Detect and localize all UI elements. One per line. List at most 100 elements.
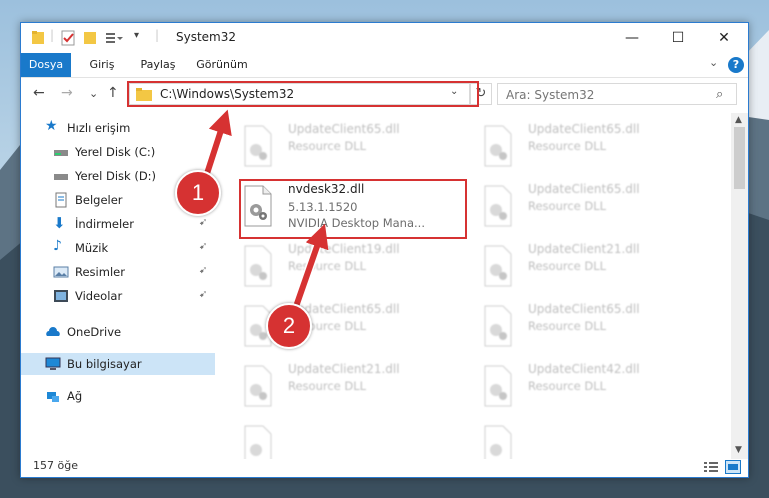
sidebar-item-label: İndirmeler — [75, 217, 134, 231]
dll-file-icon — [484, 125, 512, 167]
sidebar-item-label: Müzik — [75, 241, 109, 255]
file-name: UpdateClient65.dll — [528, 122, 640, 136]
step-1-badge: 1 — [175, 170, 221, 216]
dll-file-icon — [244, 365, 272, 407]
file-type: Resource DLL — [288, 379, 367, 393]
tab-view[interactable]: Görünüm — [193, 53, 251, 77]
vertical-scrollbar[interactable]: ▲ ▼ — [731, 113, 748, 459]
search-input[interactable] — [504, 87, 708, 103]
file-name: UpdateClient42.dll — [528, 362, 640, 376]
minimize-button[interactable]: — — [609, 23, 655, 53]
file-item[interactable]: UpdateClient21.dll Resource DLL — [221, 359, 451, 415]
expand-ribbon-icon[interactable]: ⌄ — [709, 56, 718, 69]
file-type: Resource DLL — [288, 259, 367, 273]
dll-file-icon — [484, 305, 512, 347]
file-type: Resource DLL — [528, 379, 607, 393]
window-title: System32 — [176, 30, 237, 44]
file-name: UpdateClient65.dll — [288, 122, 400, 136]
title-bar: | ▾ | System32 — ☐ ✕ — [21, 23, 748, 53]
sidebar-item-label: Hızlı erişim — [67, 121, 131, 135]
dll-file-icon — [484, 365, 512, 407]
details-view-icon[interactable] — [703, 460, 719, 474]
quick-access-dropdown-icon[interactable]: ▾ — [134, 30, 139, 48]
sidebar-item-music[interactable]: ♪ Müzik ➹ — [21, 237, 215, 259]
cloud-icon — [46, 327, 60, 336]
sidebar-item-onedrive[interactable]: OneDrive — [21, 321, 215, 343]
pin-icon[interactable]: ➹ — [199, 241, 207, 252]
back-button[interactable]: ← — [33, 85, 45, 101]
dll-file-icon — [244, 125, 272, 167]
pictures-icon — [53, 266, 69, 278]
sidebar-item-quick-access[interactable]: ★ Hızlı erişim — [21, 117, 215, 139]
help-icon[interactable]: ? — [728, 57, 744, 73]
sidebar-item-label: Yerel Disk (C:) — [75, 145, 156, 159]
ribbon-tabs: Dosya Giriş Paylaş Görünüm ⌄ ? — [21, 53, 748, 78]
sidebar-item-this-pc[interactable]: Bu bilgisayar — [21, 353, 215, 375]
step-2-badge: 2 — [266, 303, 312, 349]
properties-icon[interactable] — [61, 29, 75, 47]
file-item[interactable] — [221, 419, 451, 459]
file-name: UpdateClient21.dll — [288, 362, 400, 376]
dll-file-icon — [484, 185, 512, 227]
folder-icon — [32, 31, 44, 44]
tab-share[interactable]: Paylaş — [133, 53, 183, 77]
search-icon[interactable]: ⌕ — [716, 87, 723, 102]
dll-file-icon — [244, 425, 272, 459]
file-item[interactable]: UpdateClient65.dll Resource DLL — [461, 179, 691, 235]
pin-icon[interactable]: ➹ — [199, 217, 207, 228]
computer-icon — [45, 357, 61, 370]
close-button[interactable]: ✕ — [701, 23, 747, 53]
network-icon — [47, 392, 59, 402]
file-type: Resource DLL — [288, 139, 367, 153]
sidebar-item-label: Belgeler — [75, 193, 123, 207]
tab-home[interactable]: Giriş — [81, 53, 123, 77]
customize-toolbar-icon[interactable] — [105, 29, 123, 47]
pin-icon[interactable]: ➹ — [199, 265, 207, 276]
file-type: Resource DLL — [528, 259, 607, 273]
file-type: Resource DLL — [528, 139, 607, 153]
tiles-view-icon[interactable] — [725, 460, 741, 474]
file-item[interactable]: UpdateClient21.dll Resource DLL — [461, 239, 691, 295]
sidebar-item-label: OneDrive — [67, 325, 122, 339]
drive-icon — [54, 174, 68, 180]
dll-file-icon — [484, 245, 512, 287]
file-item[interactable]: UpdateClient65.dll Resource DLL — [461, 299, 691, 355]
pin-icon[interactable]: ➹ — [199, 289, 207, 300]
downloads-icon: ⬇ — [53, 214, 66, 232]
forward-button[interactable]: → — [61, 85, 73, 101]
file-item[interactable]: UpdateClient65.dll Resource DLL — [461, 119, 691, 175]
address-highlight-box — [127, 81, 479, 107]
file-item[interactable]: UpdateClient42.dll Resource DLL — [461, 359, 691, 415]
drive-icon — [54, 150, 68, 156]
up-button[interactable]: ↑ — [107, 85, 119, 101]
file-type: Resource DLL — [528, 199, 607, 213]
file-name: UpdateClient65.dll — [528, 302, 640, 316]
recent-locations-button[interactable]: ⌄ — [89, 87, 98, 100]
sidebar-item-pictures[interactable]: Resimler ➹ — [21, 261, 215, 283]
sidebar-item-videos[interactable]: Videolar ➹ — [21, 285, 215, 307]
sidebar-item-local-disk-c[interactable]: Yerel Disk (C:) — [21, 141, 215, 163]
scroll-up-icon[interactable]: ▲ — [735, 115, 742, 125]
scroll-down-icon[interactable]: ▼ — [735, 445, 742, 455]
new-folder-icon[interactable] — [83, 29, 97, 47]
file-list: UpdateClient65.dll Resource DLL UpdateCl… — [221, 113, 731, 459]
search-box[interactable]: ⌕ — [497, 83, 737, 105]
scrollbar-thumb[interactable] — [734, 127, 745, 189]
title-separator-2: | — [155, 28, 160, 42]
videos-icon — [54, 290, 68, 302]
sidebar-item-label: Yerel Disk (D:) — [75, 169, 157, 183]
sidebar-item-label: Resimler — [75, 265, 125, 279]
file-item[interactable] — [461, 419, 691, 459]
title-separator: | — [50, 28, 55, 42]
tab-file[interactable]: Dosya — [21, 53, 71, 77]
file-name: UpdateClient21.dll — [528, 242, 640, 256]
sidebar-item-label: Ağ — [67, 389, 83, 403]
sidebar-item-downloads[interactable]: ⬇ İndirmeler ➹ — [21, 213, 215, 235]
sidebar-item-network[interactable]: Ağ — [21, 385, 215, 407]
file-item[interactable]: UpdateClient65.dll Resource DLL — [221, 299, 451, 355]
documents-icon — [55, 192, 67, 208]
file-item[interactable]: UpdateClient19.dll Resource DLL — [221, 239, 451, 295]
explorer-window: | ▾ | System32 — ☐ ✕ Dosya Giriş Paylaş … — [20, 22, 749, 478]
file-item[interactable]: UpdateClient65.dll Resource DLL — [221, 119, 451, 175]
maximize-button[interactable]: ☐ — [655, 23, 701, 53]
